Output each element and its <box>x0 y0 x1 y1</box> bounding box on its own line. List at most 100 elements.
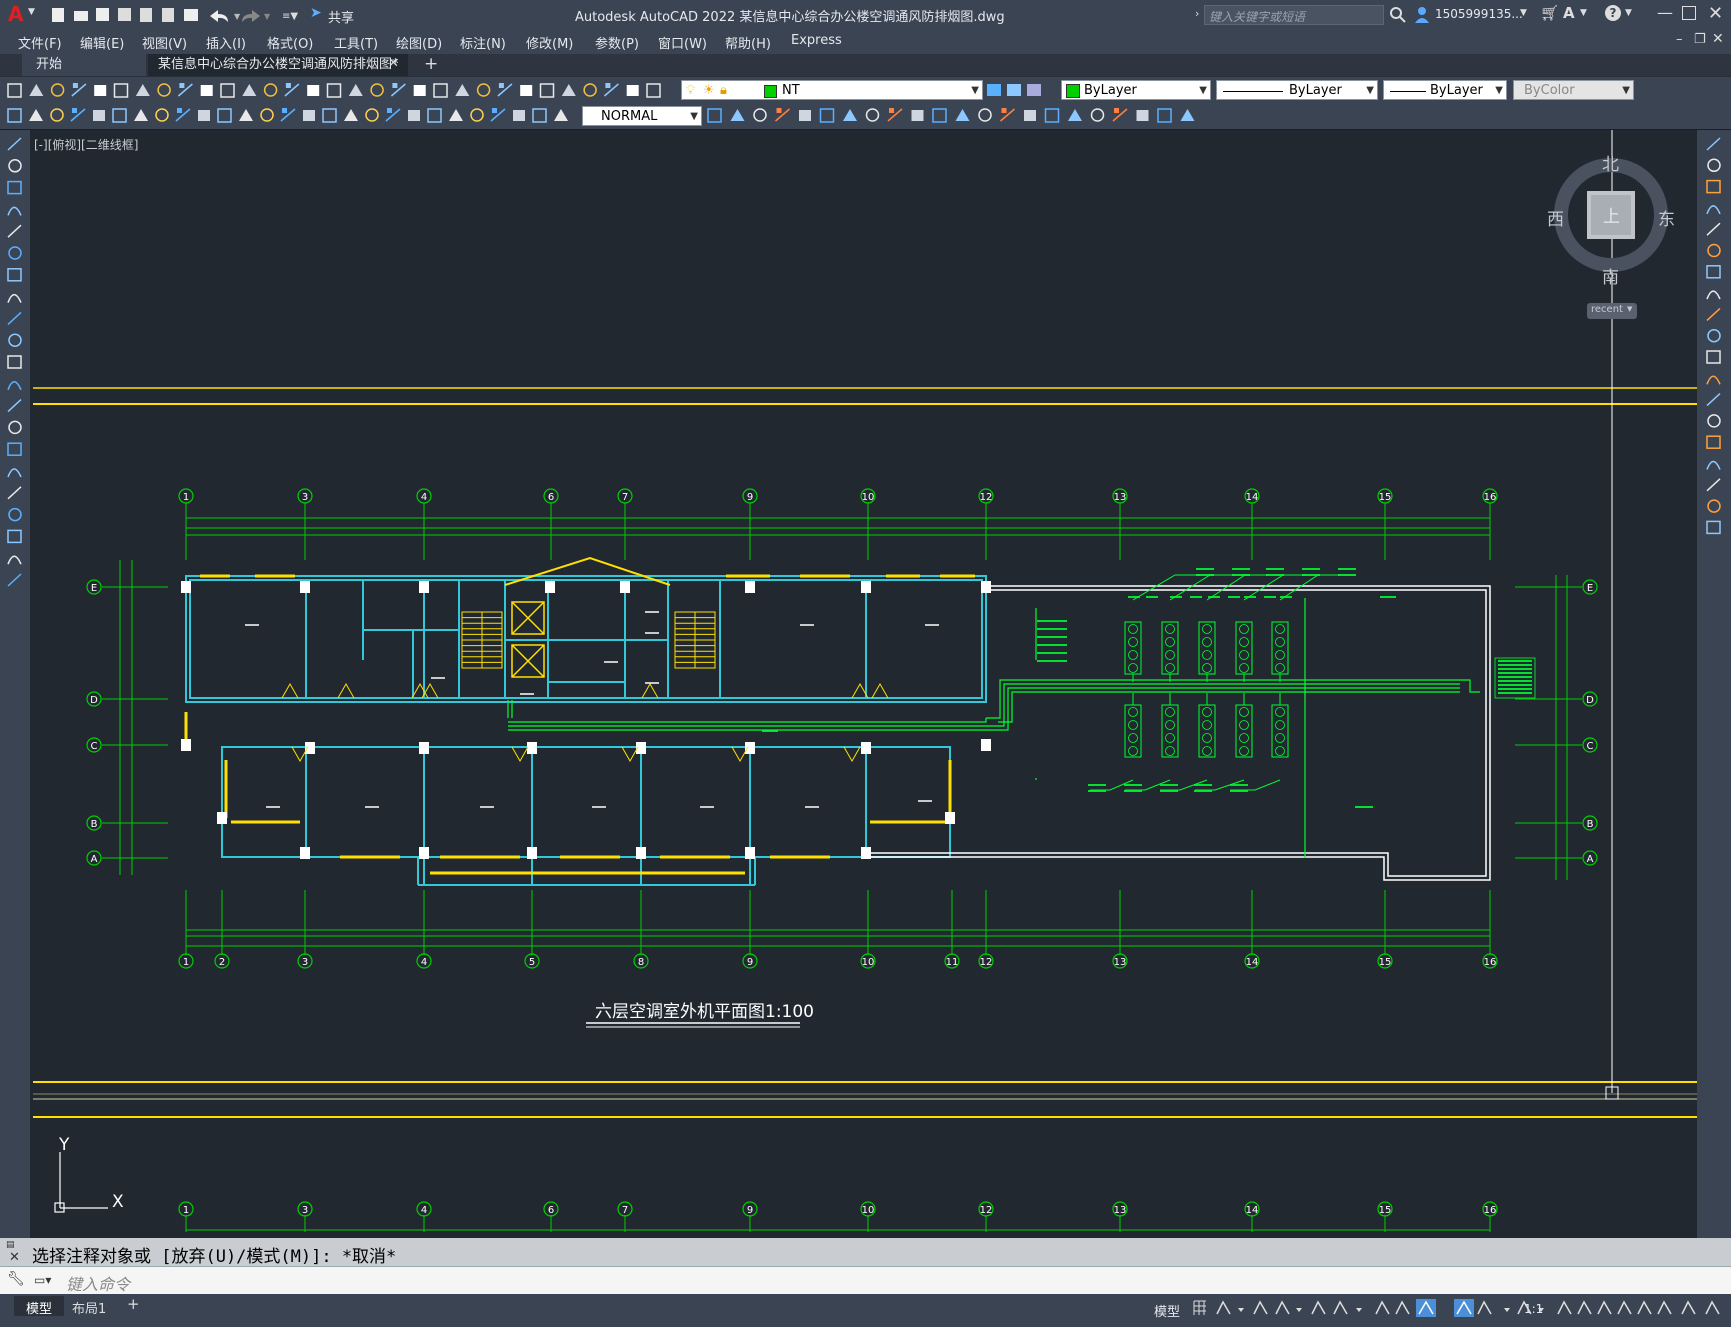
standard-icon-22[interactable] <box>455 84 470 96</box>
standard-icon-5[interactable] <box>94 85 107 96</box>
menu-insert[interactable]: 插入(I) <box>206 33 246 52</box>
add-layout-icon[interactable]: + <box>127 1295 140 1313</box>
viewcube-south[interactable]: 南 <box>1602 263 1619 288</box>
modify-vertical-icon-6[interactable] <box>1707 243 1721 258</box>
standard-icon-15[interactable] <box>307 85 320 96</box>
standard-icon-27[interactable] <box>561 84 576 96</box>
standard-icon-4[interactable] <box>71 83 87 97</box>
modify-icon-10[interactable] <box>911 110 924 121</box>
standard-icon-21[interactable] <box>433 83 448 98</box>
standard-icon-19[interactable] <box>390 83 406 97</box>
dimension-icon-8[interactable] <box>155 108 169 122</box>
dimension-icon-20[interactable] <box>408 110 420 121</box>
close-icon[interactable]: ✕ <box>1708 3 1723 24</box>
draw-icon-16[interactable] <box>7 468 22 478</box>
app-chevron-icon[interactable]: ▼ <box>1580 8 1587 18</box>
standard-icon-18[interactable] <box>370 83 384 97</box>
status-selection-cycling-icon[interactable] <box>1416 1299 1436 1317</box>
modify-vertical-icon-12[interactable] <box>1706 375 1721 385</box>
draw-icon-10[interactable] <box>8 333 22 347</box>
draw-icon-17[interactable] <box>7 486 22 500</box>
standard-icon-11[interactable] <box>220 83 235 98</box>
status-quick-properties-icon[interactable] <box>1597 1300 1612 1315</box>
cart-icon[interactable]: 🛒︎ <box>1540 4 1559 22</box>
viewcube-north[interactable]: 北 <box>1602 150 1619 175</box>
modify-vertical-icon-8[interactable] <box>1706 290 1721 300</box>
dimension-icon-25[interactable] <box>513 110 525 121</box>
dimension-icon-5[interactable] <box>93 110 105 121</box>
standard-icon-7[interactable] <box>135 84 150 96</box>
standard-icon-24[interactable] <box>497 83 513 97</box>
doc-close-icon[interactable]: ✕ <box>1712 31 1724 47</box>
standard-icon-25[interactable] <box>520 85 533 96</box>
modify-vertical-icon-3[interactable] <box>1706 179 1721 194</box>
modify-vertical-icon-11[interactable] <box>1706 350 1721 364</box>
standard-icon-12[interactable] <box>242 84 257 96</box>
modify-icon-1[interactable] <box>707 108 722 123</box>
doc-minimize-icon[interactable]: – <box>1676 32 1683 47</box>
modify-icon-3[interactable] <box>753 108 767 122</box>
status-annotation-scale-chevron-icon[interactable] <box>1504 1308 1510 1312</box>
tab-drawing[interactable]: 某信息中心综合办公楼空调通风防排烟图* ✕ <box>148 54 408 76</box>
draw-icon-3[interactable] <box>7 180 22 195</box>
modify-vertical-icon-5[interactable] <box>1706 222 1721 236</box>
modify-vertical-icon-17[interactable] <box>1706 478 1721 492</box>
draw-icon-9[interactable] <box>7 311 22 325</box>
dimension-icon-14[interactable] <box>280 108 296 122</box>
draw-icon-1[interactable] <box>7 137 22 151</box>
dimension-icon-2[interactable] <box>29 109 43 121</box>
modify-icon-14[interactable] <box>1000 108 1015 122</box>
menu-help[interactable]: 帮助(H) <box>725 33 771 52</box>
standard-icon-31[interactable] <box>646 83 661 98</box>
status-hardware-acceleration-icon[interactable] <box>1657 1300 1672 1315</box>
modify-icon-19[interactable] <box>1112 108 1128 122</box>
status-ortho-icon[interactable] <box>1253 1300 1268 1315</box>
user-icon[interactable] <box>1413 5 1431 23</box>
search-chevron-icon[interactable]: › <box>1195 7 1199 20</box>
menu-dimension[interactable]: 标注(N) <box>460 33 506 52</box>
standard-icon-26[interactable] <box>539 83 555 98</box>
modify-vertical-icon-13[interactable] <box>1706 393 1721 407</box>
draw-icon-2[interactable] <box>8 159 22 173</box>
status-transparency-icon[interactable] <box>1395 1300 1410 1315</box>
modify-vertical-icon-10[interactable] <box>1707 328 1721 343</box>
draw-icon-20[interactable] <box>7 555 22 565</box>
draw-icon-12[interactable] <box>7 381 22 391</box>
standard-icon-29[interactable] <box>603 83 619 97</box>
modify-vertical-icon-19[interactable] <box>1706 520 1721 535</box>
modify-vertical-icon-15[interactable] <box>1706 435 1721 449</box>
modify-vertical-icon-16[interactable] <box>1706 460 1721 470</box>
modify-icon-17[interactable] <box>1068 109 1082 121</box>
menu-parametric[interactable]: 参数(P) <box>595 33 639 52</box>
menu-express[interactable]: Express <box>791 33 842 48</box>
modify-icon-20[interactable] <box>1136 110 1149 121</box>
draw-icon-19[interactable] <box>7 529 22 544</box>
standard-icon-17[interactable] <box>348 84 363 96</box>
standard-icon-1[interactable] <box>7 83 22 98</box>
draw-icon-13[interactable] <box>7 399 22 413</box>
menu-edit[interactable]: 编辑(E) <box>80 33 124 52</box>
help-icon[interactable]: ? <box>1605 5 1621 21</box>
status-units-icon[interactable] <box>1577 1300 1592 1315</box>
tab-start[interactable]: 开始 <box>22 54 146 76</box>
status-snap-chevron-icon[interactable] <box>1238 1308 1244 1312</box>
menu-view[interactable]: 视图(V) <box>142 33 187 52</box>
wcs-menu[interactable]: recent ▼ <box>1587 303 1637 319</box>
app-menu-chevron-icon[interactable]: ▼ <box>28 7 35 17</box>
plotstyle-dropdown[interactable]: ByColor ▼ <box>1513 80 1634 100</box>
autodesk-app-icon[interactable]: A <box>1563 4 1575 22</box>
layout-tab-model[interactable]: 模型 <box>14 1296 64 1317</box>
doc-restore-icon[interactable]: ❐ <box>1694 32 1706 47</box>
layer-dropdown[interactable]: 💡︎ ☀ 🔒︎ NT ▼ <box>681 80 983 100</box>
help-search-input[interactable]: 键入关键字或短语 <box>1204 5 1384 25</box>
menu-format[interactable]: 格式(O) <box>267 33 313 52</box>
text-style-dropdown[interactable]: NORMAL ▼ <box>582 106 702 126</box>
status-osnap-icon[interactable] <box>1333 1300 1348 1315</box>
menu-file[interactable]: 文件(F) <box>18 33 62 52</box>
modify-icon-11[interactable] <box>932 108 947 123</box>
standard-icon-6[interactable] <box>113 83 129 98</box>
color-dropdown[interactable]: ByLayer ▼ <box>1061 80 1211 100</box>
draw-icon-11[interactable] <box>7 355 22 369</box>
standard-icon-14[interactable] <box>284 83 300 97</box>
draw-icon-14[interactable] <box>8 420 22 435</box>
